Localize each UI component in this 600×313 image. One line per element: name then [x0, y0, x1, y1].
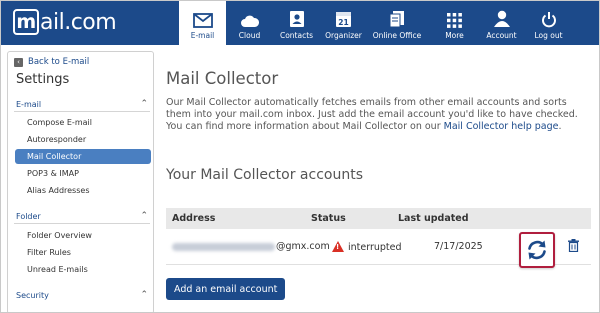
chevron-up-icon: ⌃ [140, 99, 148, 109]
last-updated-value: 7/17/2025 [434, 241, 483, 252]
sidebar-item-filter-rules[interactable]: Filter Rules [15, 245, 151, 260]
section-header-security[interactable]: Security ⌃ [16, 290, 148, 300]
section-header-folder[interactable]: Folder ⌃ [16, 211, 148, 221]
nav-account[interactable]: Account [478, 1, 525, 45]
section-header-email[interactable]: E-mail ⌃ [16, 99, 148, 109]
divider [14, 111, 150, 112]
chevron-up-icon: ⌃ [140, 211, 148, 221]
logo-text: ail.com [40, 9, 117, 35]
column-header-last-updated: Last updated [398, 213, 469, 224]
divider [14, 223, 150, 224]
mail-icon [192, 13, 213, 28]
page-title: Mail Collector [166, 69, 279, 88]
refresh-icon [528, 240, 546, 260]
section-label: Security [16, 290, 49, 300]
warning-icon [332, 241, 344, 252]
column-header-address: Address [172, 213, 216, 224]
cloud-icon [240, 15, 259, 27]
nav-label: Online Office [372, 31, 422, 40]
calendar-day: 21 [338, 18, 349, 27]
nav-online-office[interactable]: Online Office [367, 1, 427, 45]
grid-icon [447, 13, 462, 28]
mailcom-logo[interactable]: m ail.com [13, 8, 117, 36]
sidebar-item-folder-overview[interactable]: Folder Overview [15, 228, 151, 243]
back-to-email-link[interactable]: ‹ Back to E-mail [14, 57, 89, 67]
contacts-icon [289, 11, 304, 27]
settings-title: Settings [16, 72, 70, 87]
nav-logout[interactable]: Log out [525, 1, 572, 45]
nav-label: E-mail [190, 31, 215, 40]
top-bar: m ail.com E-mail Cloud Contacts 21 Organi… [1, 1, 599, 45]
trash-icon [568, 239, 579, 253]
sidebar-item-compose-email[interactable]: Compose E-mail [15, 115, 151, 130]
account-address: @gmx.com [172, 241, 330, 252]
delete-button[interactable] [568, 239, 579, 255]
back-label: Back to E-mail [28, 57, 90, 67]
nav-cloud[interactable]: Cloud [226, 1, 273, 45]
nav-label: More [445, 31, 464, 40]
settings-sidebar: ‹ Back to E-mail Settings E-mail ⌃ Compo… [7, 51, 154, 312]
section-label: E-mail [16, 99, 42, 109]
nav-label: Log out [534, 31, 563, 40]
accounts-table: Address Status Last updated @gmx.com int… [166, 208, 591, 268]
add-email-account-button[interactable]: Add an email account [166, 278, 286, 300]
accounts-title: Your Mail Collector accounts [166, 167, 363, 183]
section-label: Folder [16, 211, 41, 221]
nav-label: Cloud [238, 31, 261, 40]
address-domain: @gmx.com [276, 241, 330, 252]
nav-contacts[interactable]: Contacts [273, 1, 320, 45]
office-icon [389, 11, 404, 28]
sidebar-item-unread-emails[interactable]: Unread E-mails [15, 262, 151, 277]
nav-email[interactable]: E-mail [179, 1, 226, 45]
sidebar-item-autoresponder[interactable]: Autoresponder [15, 132, 151, 147]
logo-mark: m [13, 9, 39, 35]
sidebar-item-pop3-imap[interactable]: POP3 & IMAP [15, 166, 151, 181]
nav-label: Organizer [325, 31, 362, 40]
table-header: Address Status Last updated [166, 208, 591, 229]
table-row: @gmx.com interrupted 7/17/2025 [166, 229, 591, 268]
nav-organizer[interactable]: 21 Organizer [320, 1, 367, 45]
nav-label: Account [486, 31, 517, 40]
power-icon [541, 12, 556, 28]
account-icon [493, 10, 510, 27]
description-end: . [558, 121, 562, 132]
redacted-username [172, 242, 275, 251]
column-header-status: Status [311, 213, 346, 224]
nav-more[interactable]: More [431, 1, 478, 45]
main-nav: E-mail Cloud Contacts 21 Organizer Onlin… [179, 1, 572, 45]
chevron-left-icon: ‹ [14, 57, 23, 67]
app-window: m ail.com E-mail Cloud Contacts 21 Organi… [0, 0, 600, 313]
sidebar-item-alias-addresses[interactable]: Alias Addresses [15, 183, 151, 198]
account-status: interrupted [332, 241, 402, 253]
help-page-link[interactable]: Mail Collector help page [444, 121, 559, 132]
nav-label: Contacts [279, 31, 314, 40]
chevron-up-icon: ⌃ [140, 290, 148, 300]
refresh-button[interactable] [519, 232, 555, 268]
page-description: Our Mail Collector automatically fetches… [166, 97, 591, 133]
status-text: interrupted [348, 242, 402, 253]
sidebar-item-mail-collector[interactable]: Mail Collector [15, 149, 151, 164]
